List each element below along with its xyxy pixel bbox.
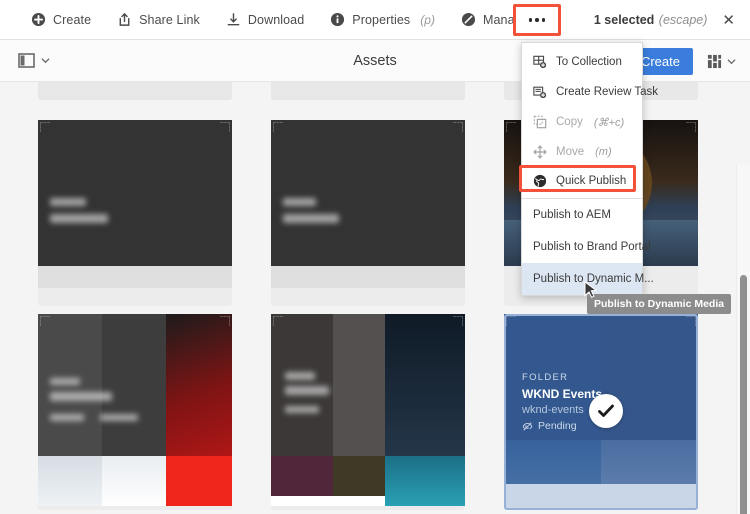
rail-panel-icon xyxy=(18,53,35,68)
info-circle-icon xyxy=(331,12,345,27)
menu-item-publish-to-aem[interactable]: Publish to AEM xyxy=(522,199,642,231)
selection-count-text: 1 selected (escape) xyxy=(594,11,708,29)
crop-corner-icon xyxy=(40,122,50,132)
menu-label: Publish to Brand Portal xyxy=(533,241,651,253)
share-upload-icon xyxy=(119,13,130,26)
selection-count: 1 selected xyxy=(593,13,655,27)
menu-item-quick-publish[interactable]: Quick Publish xyxy=(522,167,642,194)
properties-shortcut: (p) xyxy=(420,12,435,27)
layout-switcher-button[interactable] xyxy=(703,50,740,73)
add-to-collection-icon xyxy=(533,55,547,69)
asset-thumbnail xyxy=(38,314,232,456)
create-button[interactable]: Create xyxy=(18,0,104,40)
crop-corner-icon xyxy=(453,122,463,132)
asset-card-row2-col1[interactable] xyxy=(38,120,232,306)
copy-icon xyxy=(533,115,547,129)
toolbar-actions: Create Share Link Download Properties (p… xyxy=(0,0,572,40)
tag-circle-icon xyxy=(461,12,476,27)
menu-shortcut: (⌘+c) xyxy=(593,116,625,129)
more-actions-button[interactable] xyxy=(513,4,561,36)
asset-card-row3-col2[interactable] xyxy=(271,314,465,510)
menu-label: Create Review Task xyxy=(556,86,659,98)
menu-item-copy: Copy (⌘+c) xyxy=(522,107,642,137)
more-actions-menu[interactable]: To Collection Create Review Task Copy (⌘… xyxy=(521,42,658,296)
menu-shortcut: (m) xyxy=(595,146,612,158)
asset-thumbnail xyxy=(38,120,232,266)
share-link-label: Share Link xyxy=(139,12,200,27)
selection-status: 1 selected (escape) ✕ xyxy=(594,0,738,40)
asset-thumbnail xyxy=(271,314,465,456)
download-button[interactable]: Download xyxy=(213,0,317,40)
menu-item-create-review-task[interactable]: Create Review Task xyxy=(522,77,658,107)
layout-grid-icon xyxy=(707,54,722,68)
selection-escape-hint: (escape) xyxy=(658,13,708,27)
properties-label: Properties xyxy=(352,12,411,27)
selection-toolbar: Create Share Link Download Properties (p… xyxy=(0,0,750,40)
properties-button[interactable]: Properties (p) xyxy=(317,0,448,40)
vertical-scrollbar-thumb[interactable] xyxy=(740,275,747,514)
globe-publish-icon xyxy=(533,174,547,187)
rail-toggle-button[interactable] xyxy=(14,49,54,72)
menu-tooltip: Publish to Dynamic Media xyxy=(587,294,732,314)
crop-corner-icon xyxy=(506,122,516,132)
create-label: Create xyxy=(53,12,92,27)
chevron-down-icon xyxy=(727,58,736,64)
download-label: Download xyxy=(247,12,305,27)
crop-corner-icon xyxy=(220,316,230,326)
mouse-cursor-icon xyxy=(584,281,598,298)
review-task-icon xyxy=(533,86,547,99)
aem-assets-screen: FOLDER WKND Events wknd-events Pending C… xyxy=(0,0,750,514)
menu-label: Move xyxy=(556,146,585,158)
crop-corner-icon xyxy=(220,122,230,132)
crop-corner-icon xyxy=(453,316,463,326)
asset-card-row1-col2[interactable] xyxy=(271,82,465,100)
asset-card-selected-wknd-events[interactable]: FOLDER WKND Events wknd-events Pending xyxy=(504,314,698,510)
asset-thumbnail xyxy=(271,120,465,266)
selected-card-border xyxy=(504,314,698,510)
asset-card-row3-col1[interactable] xyxy=(38,314,232,510)
asset-card-row2-col2[interactable] xyxy=(271,120,465,306)
download-icon xyxy=(227,13,240,26)
crop-corner-icon xyxy=(273,122,283,132)
crop-corner-icon xyxy=(40,316,50,326)
asset-card-row1-col1[interactable] xyxy=(38,82,232,100)
menu-label: Copy xyxy=(556,116,583,128)
vertical-scrollbar-track[interactable] xyxy=(736,164,750,514)
share-link-button[interactable]: Share Link xyxy=(104,0,213,40)
chevron-down-icon xyxy=(41,58,50,64)
close-selection-button[interactable]: ✕ xyxy=(719,10,738,31)
menu-label: To Collection xyxy=(556,56,622,68)
menu-label: Quick Publish xyxy=(556,174,627,187)
menu-item-move: Move (m) xyxy=(522,137,642,167)
move-icon xyxy=(533,145,547,159)
menu-item-publish-to-dynamic-media[interactable]: Publish to Dynamic M... xyxy=(522,263,654,295)
ellipsis-icon xyxy=(528,18,546,22)
menu-label: Publish to AEM xyxy=(533,209,611,221)
crop-corner-icon xyxy=(686,122,696,132)
menu-item-publish-to-brand-portal[interactable]: Publish to Brand Portal xyxy=(522,231,651,263)
plus-circle-icon xyxy=(31,12,46,27)
crop-corner-icon xyxy=(273,316,283,326)
menu-item-to-collection[interactable]: To Collection xyxy=(522,47,642,77)
